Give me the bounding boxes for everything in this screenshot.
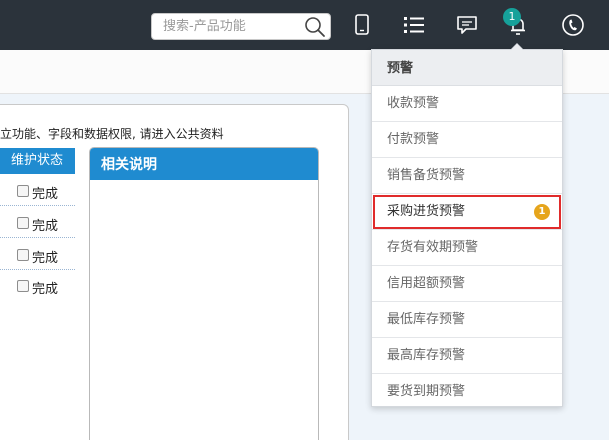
status-column-header: 维护状态: [0, 148, 75, 174]
search-box[interactable]: [151, 13, 331, 40]
info-box-title: 相关说明: [90, 148, 318, 180]
menu-caret: [510, 43, 524, 50]
status-row: 完成: [0, 175, 75, 206]
menu-title: 预警: [372, 50, 562, 86]
alert-dropdown-menu: 预警 收款预警 付款预警 销售备货预警 采购进货预警 1 存货有效期预警 信用超…: [371, 43, 563, 410]
count-badge: 1: [534, 204, 550, 220]
list-icon[interactable]: [401, 12, 427, 38]
status-row: 完成: [0, 239, 75, 270]
status-label: 完成: [32, 187, 59, 202]
status-row: 完成: [0, 207, 75, 238]
status-label: 完成: [32, 282, 59, 297]
notice-text: 立功能、字段和数据权限, 请进入公共资料: [0, 127, 224, 141]
menu-item-max-stock-alert[interactable]: 最高库存预警: [372, 338, 562, 374]
status-label: 完成: [32, 219, 59, 234]
menu-item-label: 采购进货预警: [387, 204, 466, 219]
info-box: 相关说明: [89, 147, 319, 440]
menu-item-expiry-alert[interactable]: 存货有效期预警: [372, 230, 562, 266]
menu-item-receipt-alert[interactable]: 收款预警: [372, 86, 562, 122]
status-row: 完成: [0, 270, 75, 301]
status-checkbox[interactable]: [17, 249, 29, 261]
menu-item-credit-alert[interactable]: 信用超额预警: [372, 266, 562, 302]
menu-item-requisition-due-alert[interactable]: 要货到期预警: [372, 374, 562, 410]
status-checkbox[interactable]: [17, 185, 29, 197]
search-input[interactable]: [152, 14, 302, 39]
phone-icon[interactable]: [560, 12, 586, 38]
menu-item-purchase-alert[interactable]: 采购进货预警 1: [372, 194, 562, 230]
status-checkbox[interactable]: [17, 280, 29, 292]
menu-item-payment-alert[interactable]: 付款预警: [372, 122, 562, 158]
status-label: 完成: [32, 251, 59, 266]
chat-icon[interactable]: [454, 12, 480, 38]
mobile-icon[interactable]: [349, 12, 375, 38]
menu-item-min-stock-alert[interactable]: 最低库存预警: [372, 302, 562, 338]
menu-item-sales-stock-alert[interactable]: 销售备货预警: [372, 158, 562, 194]
status-checkbox[interactable]: [17, 217, 29, 229]
notification-badge: 1: [503, 8, 521, 26]
search-icon[interactable]: [304, 16, 326, 38]
